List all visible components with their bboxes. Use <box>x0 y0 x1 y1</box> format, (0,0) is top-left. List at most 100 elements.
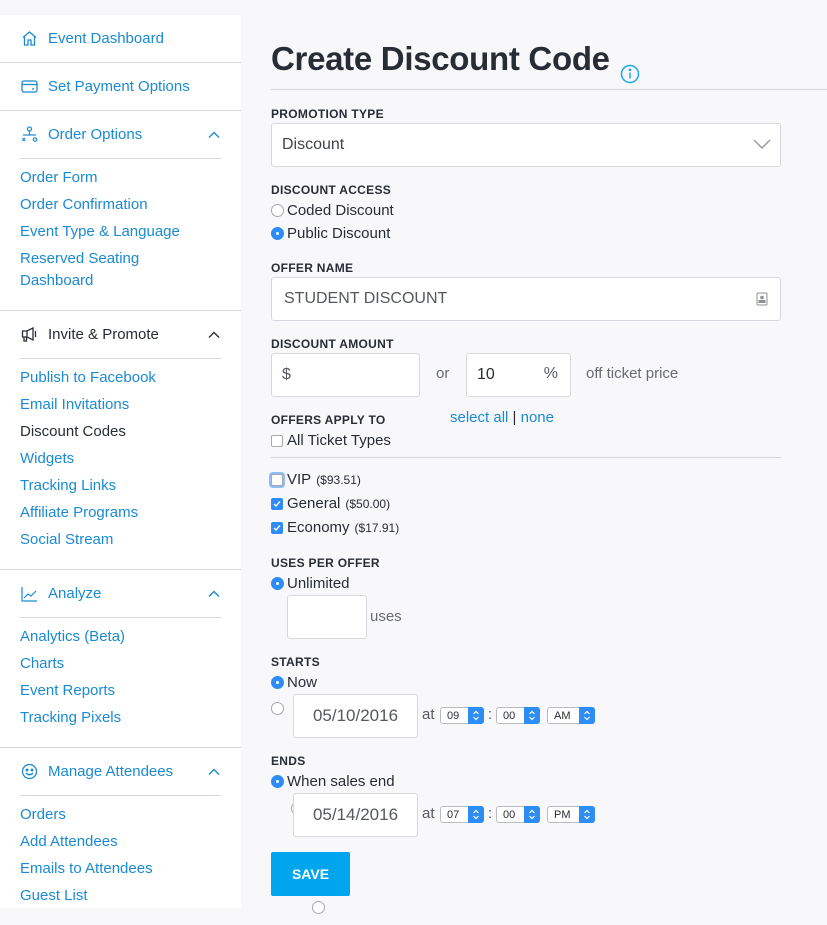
section-title: Invite & Promote <box>48 326 159 343</box>
info-icon[interactable] <box>620 54 640 84</box>
chevron-up-icon[interactable] <box>207 765 221 779</box>
radio-button[interactable] <box>271 227 284 240</box>
select-none-link[interactable]: none <box>521 409 554 426</box>
ends-when-sales-end-radio[interactable]: When sales end <box>271 773 395 790</box>
section-title: Analyze <box>48 585 102 602</box>
sidebar-link-order-form[interactable]: Order Form <box>20 167 221 189</box>
checkbox[interactable] <box>271 521 283 534</box>
ticket-vip-checkbox[interactable]: VIP ($93.51) <box>271 471 361 488</box>
sidebar-link-widgets[interactable]: Widgets <box>20 448 221 470</box>
ticket-economy-checkbox[interactable]: Economy ($17.91) <box>271 519 399 536</box>
all-ticket-types-checkbox[interactable]: All Ticket Types <box>271 432 391 449</box>
start-date-input[interactable]: 05/10/2016 <box>293 694 418 738</box>
checkbox[interactable] <box>271 434 283 447</box>
promotion-type-select[interactable]: Discount <box>271 123 781 167</box>
sidebar-link-publish-to-facebook[interactable]: Publish to Facebook <box>20 367 221 389</box>
sidebar-link-reserved-seating-dashboard[interactable]: Reserved Seating Dashboard <box>20 248 160 292</box>
uses-per-offer-label: USES PER OFFER <box>271 556 380 570</box>
or-text: or <box>436 365 450 382</box>
sidebar-link-tracking-links[interactable]: Tracking Links <box>20 475 221 497</box>
updown-icon <box>468 806 484 823</box>
percent-amount-input[interactable]: 10 % <box>466 353 571 397</box>
sidebar-link-social-stream[interactable]: Social Stream <box>20 529 221 551</box>
start-ampm-select[interactable]: AM <box>547 707 595 724</box>
select-links: select all | none <box>450 409 554 426</box>
sidebar-link-orders[interactable]: Orders <box>20 804 221 826</box>
chevron-up-icon[interactable] <box>207 328 221 342</box>
sidebar-link-order-confirmation[interactable]: Order Confirmation <box>20 194 221 216</box>
start-hour-select[interactable]: 09 <box>440 707 484 724</box>
radio-button[interactable] <box>271 775 284 788</box>
sidebar-section-header[interactable]: Invite & Promote <box>20 311 221 359</box>
checkbox[interactable] <box>271 497 283 510</box>
ticket-price: ($17.91) <box>354 520 400 535</box>
sidebar-link-add-attendees[interactable]: Add Attendees <box>20 831 221 853</box>
percent-suffix: % <box>543 365 558 382</box>
start-date-value: 05/10/2016 <box>312 706 399 725</box>
sidebar-section-header[interactable]: Order Options <box>20 111 221 159</box>
sidebar-section-header[interactable]: Analyze <box>20 570 221 618</box>
checkbox-label: All Ticket Types <box>287 432 391 449</box>
radio-label: Public Discount <box>287 225 391 242</box>
starts-now-radio[interactable]: Now <box>271 674 317 691</box>
chevron-up-icon[interactable] <box>207 128 221 142</box>
megaphone-icon <box>20 326 38 344</box>
end-minute-select[interactable]: 00 <box>496 806 540 823</box>
radio-label: When sales end <box>287 773 395 790</box>
updown-icon <box>468 707 484 724</box>
sidebar-item-label: Event Dashboard <box>48 30 164 47</box>
page-title: Create Discount Code <box>271 0 827 91</box>
sidebar-link-charts[interactable]: Charts <box>20 653 221 675</box>
ticket-name: Economy <box>287 519 350 536</box>
percent-value: 10 <box>477 366 495 383</box>
sidebar-link-emails-to-attendees[interactable]: Emails to Attendees <box>20 858 221 880</box>
radio-button[interactable] <box>271 676 284 689</box>
sidebar-link-event-type-language[interactable]: Event Type & Language <box>20 221 221 243</box>
radio-button[interactable] <box>271 577 284 590</box>
discount-amount-label: DISCOUNT AMOUNT <box>271 337 394 351</box>
sidebar-item-event-dashboard[interactable]: Event Dashboard <box>0 15 241 63</box>
select-all-link[interactable]: select all <box>450 409 508 426</box>
offer-name-input[interactable]: STUDENT DISCOUNT <box>271 277 781 321</box>
sidebar-link-analytics-beta[interactable]: Analytics (Beta) <box>20 626 221 648</box>
uses-suffix: uses <box>370 608 402 625</box>
sidebar-link-email-invitations[interactable]: Email Invitations <box>20 394 221 416</box>
promotion-type-label: PROMOTION TYPE <box>271 107 384 121</box>
sidebar-link-discount-codes[interactable]: Discount Codes <box>20 421 221 443</box>
limited-uses-radio[interactable] <box>271 702 284 715</box>
end-ampm-select[interactable]: PM <box>547 806 595 823</box>
sidebar-link-tracking-pixels[interactable]: Tracking Pixels <box>20 707 221 729</box>
smiley-icon <box>20 763 38 781</box>
unlimited-radio[interactable]: Unlimited <box>271 575 350 592</box>
sidebar-link-guest-list[interactable]: Guest List <box>20 885 221 907</box>
coded-discount-radio[interactable]: Coded Discount <box>271 202 394 219</box>
contact-card-icon[interactable] <box>756 292 768 311</box>
colon-text: : <box>488 706 493 723</box>
end-hour-select[interactable]: 07 <box>440 806 484 823</box>
end-ampm-value: PM <box>554 808 571 821</box>
sidebar-section-manage-attendees: Manage Attendees Orders Add Attendees Em… <box>0 748 241 925</box>
sidebar-item-set-payment-options[interactable]: Set Payment Options <box>0 63 241 111</box>
off-ticket-price-text: off ticket price <box>586 365 679 382</box>
ticket-price: ($50.00) <box>345 496 391 511</box>
uses-count-input[interactable] <box>287 595 367 639</box>
radio-label: Coded Discount <box>287 202 394 219</box>
checkbox[interactable] <box>271 473 283 486</box>
dollar-amount-input[interactable]: $ <box>271 353 420 397</box>
chevron-up-icon[interactable] <box>207 587 221 601</box>
updown-icon <box>524 707 540 724</box>
start-minute-select[interactable]: 00 <box>496 707 540 724</box>
page-title-text: Create Discount Code <box>271 40 610 77</box>
save-button[interactable]: SAVE <box>271 852 350 896</box>
sidebar: Event Dashboard Set Payment Options Orde… <box>0 15 241 908</box>
ticket-general-checkbox[interactable]: General ($50.00) <box>271 495 390 512</box>
sidebar-link-event-reports[interactable]: Event Reports <box>20 680 221 702</box>
sidebar-link-affiliate-programs[interactable]: Affiliate Programs <box>20 502 221 524</box>
offer-name-value: STUDENT DISCOUNT <box>284 290 448 307</box>
updown-icon <box>579 707 595 724</box>
sidebar-section-header[interactable]: Manage Attendees <box>20 748 221 796</box>
radio-button[interactable] <box>271 204 284 217</box>
public-discount-radio[interactable]: Public Discount <box>271 225 390 242</box>
end-date-input[interactable]: 05/14/2016 <box>293 793 418 837</box>
sidebar-section-order-options: Order Options Order Form Order Confirmat… <box>0 111 241 311</box>
